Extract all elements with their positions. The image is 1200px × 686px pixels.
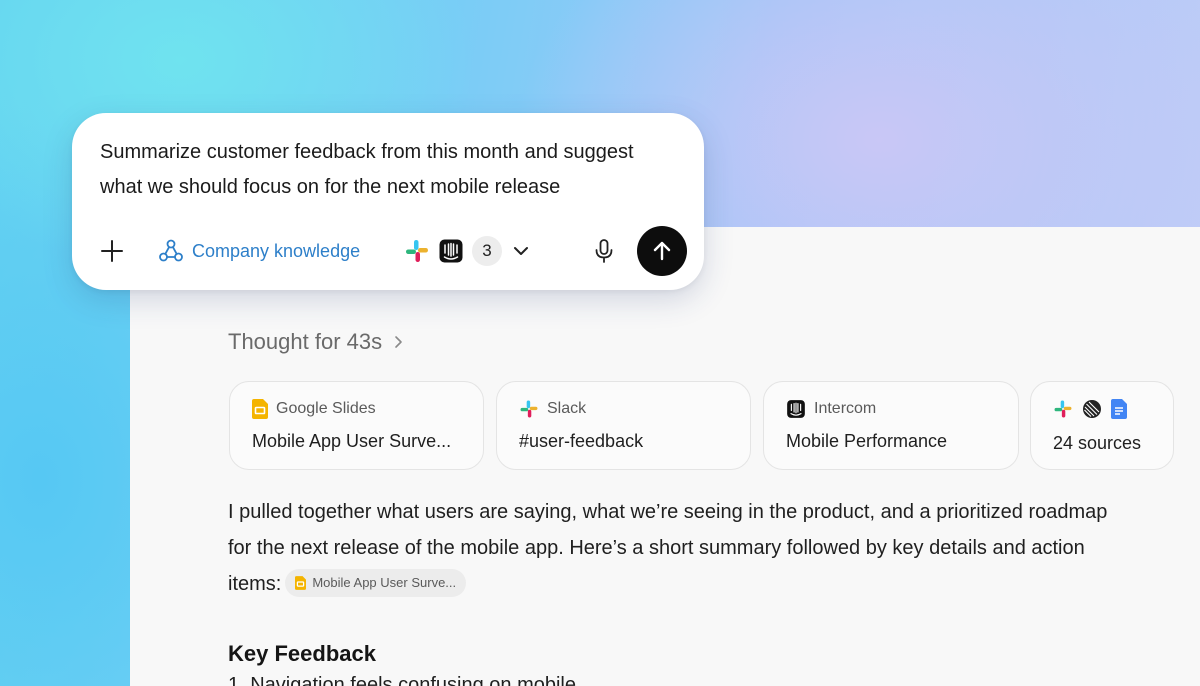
response-paragraph: I pulled together what users are saying,… [228, 494, 1178, 602]
google-docs-icon [1111, 399, 1127, 419]
card-source-name: Slack [547, 400, 587, 417]
paragraph-line: I pulled together what users are saying,… [228, 501, 1108, 523]
chevron-down-icon [514, 247, 528, 255]
intercom-icon [439, 239, 463, 263]
card-source-name: Intercom [814, 400, 877, 417]
intercom-icon [787, 400, 805, 418]
arrow-up-icon [653, 241, 671, 261]
knowledge-graph-icon [159, 239, 183, 262]
list-item: 1. Navigation feels confusing on mobile [228, 676, 576, 686]
prompt-line-1: Summarize customer feedback from this mo… [100, 141, 634, 163]
more-sources-card[interactable]: 24 sources [1030, 381, 1174, 470]
source-card-intercom[interactable]: Intercom Mobile Performance [763, 381, 1019, 470]
slack-icon [1054, 400, 1072, 418]
thought-duration-label: Thought for 43s [228, 329, 383, 354]
paragraph-line-with-citation: items: Mobile App User Surve... [228, 566, 1178, 602]
company-knowledge-button[interactable]: Company knowledge [158, 237, 360, 265]
prompt-input[interactable]: Summarize customer feedback from this mo… [100, 135, 690, 205]
prompt-composer: Summarize customer feedback from this mo… [72, 113, 704, 290]
google-slides-icon [295, 575, 307, 590]
card-title: Mobile Performance [786, 431, 948, 451]
card-title: #user-feedback [519, 431, 644, 451]
slack-icon [406, 240, 428, 262]
slack-icon [520, 400, 538, 418]
source-card-google-slides[interactable]: Google Slides Mobile App User Surve... [229, 381, 484, 470]
prompt-line-2: what we should focus on for the next mob… [100, 176, 561, 198]
paragraph-line: for the next release of the mobile app. … [228, 537, 1085, 559]
paragraph-line: items: [228, 573, 282, 595]
microphone-icon [595, 239, 613, 263]
chevron-right-icon [395, 336, 402, 348]
feedback-list-peek: 1. Navigation feels confusing on mobile [228, 676, 648, 686]
company-knowledge-label: Company knowledge [192, 240, 361, 261]
card-title: Mobile App User Surve... [252, 431, 452, 451]
key-feedback-heading: Key Feedback [228, 641, 376, 666]
thought-duration-toggle[interactable]: Thought for 43s [228, 327, 406, 357]
google-slides-icon [252, 399, 268, 419]
add-attachment-button[interactable] [98, 237, 126, 265]
more-sources-count: 24 sources [1053, 433, 1142, 453]
inline-citation-chip[interactable]: Mobile App User Surve... [285, 568, 467, 597]
card-source-name: Google Slides [276, 400, 376, 417]
linear-icon [1083, 400, 1101, 418]
voice-input-button[interactable] [590, 237, 618, 265]
connected-sources-selector[interactable]: 3 [404, 236, 532, 266]
inline-citation-label: Mobile App User Surve... [312, 574, 457, 590]
source-card-slack[interactable]: Slack #user-feedback [496, 381, 751, 470]
send-button[interactable] [637, 226, 687, 276]
plus-icon [101, 240, 123, 262]
sources-count-badge: 3 [472, 236, 502, 266]
